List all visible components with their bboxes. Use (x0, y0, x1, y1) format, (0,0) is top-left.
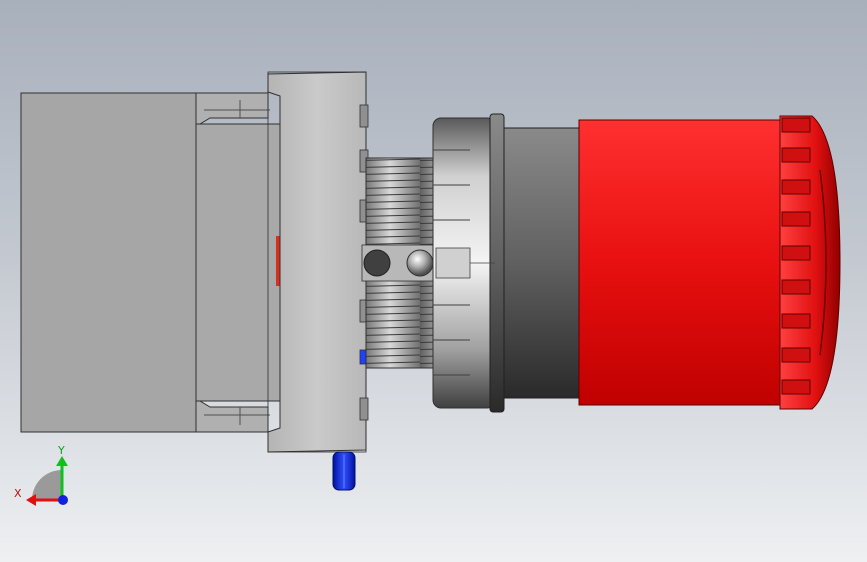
retaining-ring (432, 113, 505, 413)
coordinate-triad: Y X (14, 444, 68, 506)
y-axis-label: Y (57, 444, 65, 457)
emergency-stop-button-cap[interactable] (578, 115, 841, 410)
x-axis-label: X (14, 487, 22, 500)
mounting-body (267, 71, 369, 453)
z-axis-dot (58, 495, 68, 505)
button-shaft (503, 127, 585, 399)
contact-block-housing (20, 92, 282, 433)
cap-ribs (781, 117, 811, 395)
blue-terminal-pin (332, 451, 356, 491)
threaded-stem (361, 157, 437, 369)
cad-viewport[interactable]: Y X (0, 0, 867, 562)
